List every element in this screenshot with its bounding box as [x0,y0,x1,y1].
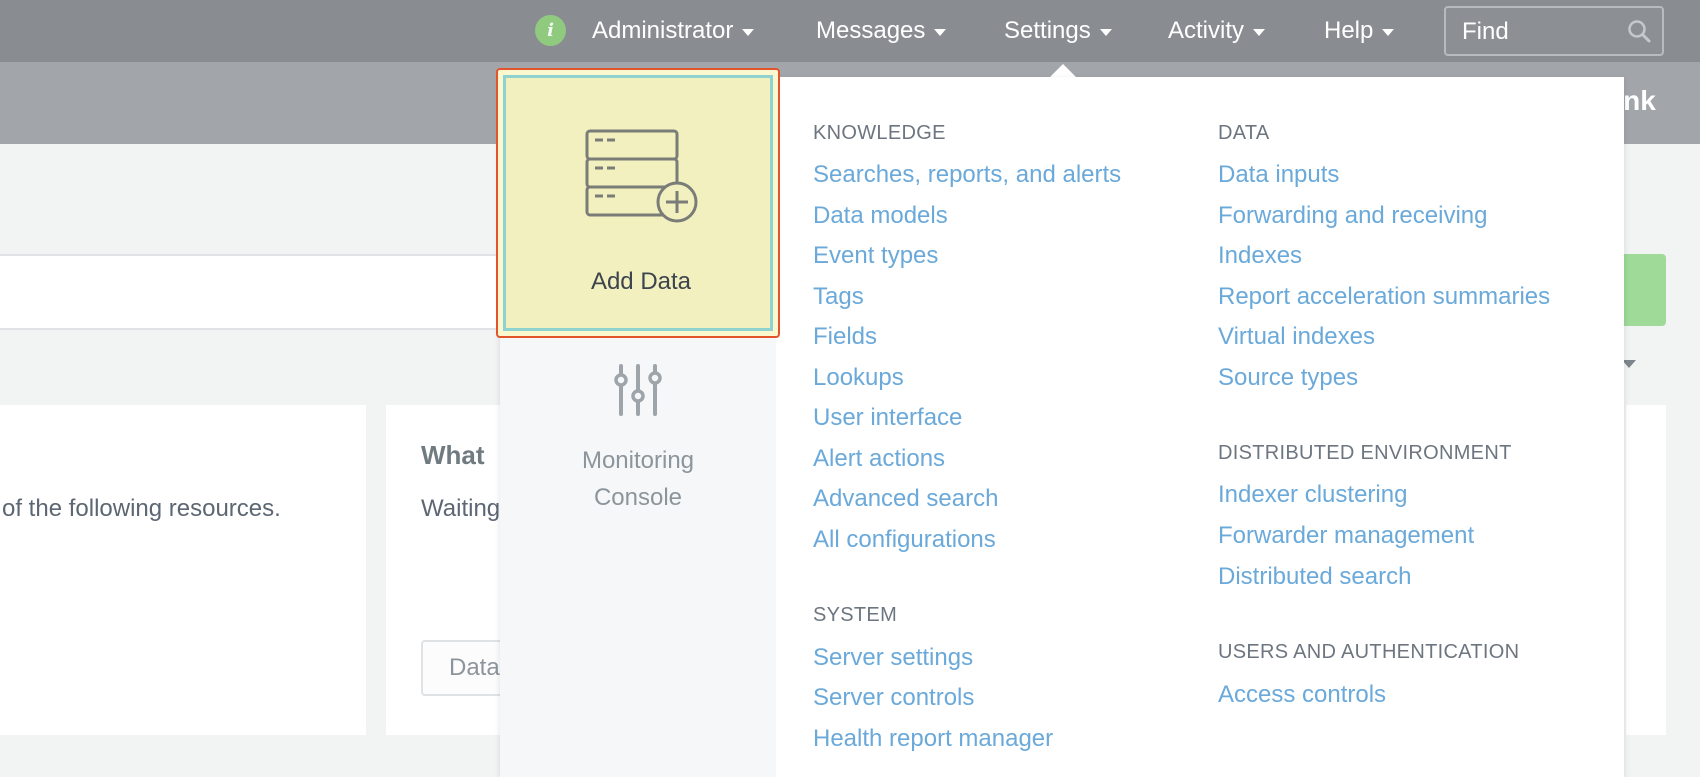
monitoring-label-line1: Monitoring [581,447,695,474]
users-authentication-heading: USERS AND AUTHENTICATION [1218,641,1520,663]
nav-administrator-label: Administrator [592,17,734,44]
link-access-controls[interactable]: Access controls [1218,681,1386,709]
link-searches-reports-alerts[interactable]: Searches, reports, and alerts [813,161,1121,189]
link-distributed-search[interactable]: Distributed search [1218,563,1411,591]
sliders-icon [614,364,662,416]
chevron-down-icon [1099,28,1112,36]
info-icon[interactable]: i [535,15,566,46]
dropdown-pointer [1050,64,1076,77]
link-indexer-clustering[interactable]: Indexer clustering [1218,481,1407,509]
link-fields[interactable]: Fields [813,323,877,351]
monitoring-console-label: Monitoring Console [500,442,776,516]
side-card [1626,405,1666,735]
link-tags[interactable]: Tags [813,283,864,311]
chevron-down-icon[interactable] [1622,360,1636,368]
monitoring-console-tile[interactable]: Monitoring Console [500,362,776,542]
nav-settings-menu[interactable]: Settings [1004,0,1112,62]
link-virtual-indexes[interactable]: Virtual indexes [1218,323,1375,351]
nav-settings-label: Settings [1004,17,1091,44]
link-user-interface[interactable]: User interface [813,404,962,432]
link-advanced-search[interactable]: Advanced search [813,485,998,513]
top-nav-bar: i Administrator Messages Settings Activi… [0,0,1700,62]
chevron-down-icon [1382,28,1395,36]
resources-text: of the following resources. [2,495,281,522]
add-data-tile[interactable]: Add Data [496,68,780,338]
link-health-report-manager[interactable]: Health report manager [813,725,1053,753]
nav-messages-label: Messages [816,17,926,44]
link-report-acceleration-summaries[interactable]: Report acceleration summaries [1218,283,1550,311]
add-data-icon [585,129,698,223]
link-all-configurations[interactable]: All configurations [813,526,996,554]
nav-activity-menu[interactable]: Activity [1168,0,1266,62]
add-data-label: Add Data [590,268,692,295]
nav-activity-label: Activity [1168,17,1245,44]
find-box [1444,6,1664,56]
settings-dropdown: Monitoring Console Add Data KNOWLEDGE Se… [496,68,1624,777]
search-icon[interactable] [1626,18,1652,44]
info-card-heading: What [421,440,485,470]
link-data-inputs[interactable]: Data inputs [1218,161,1339,189]
nav-administrator-menu[interactable]: Administrator [592,0,755,62]
link-alert-actions[interactable]: Alert actions [813,445,945,473]
chevron-down-icon [1253,28,1266,36]
data-heading: DATA [1218,122,1270,144]
knowledge-heading: KNOWLEDGE [813,122,946,144]
link-server-settings[interactable]: Server settings [813,644,973,672]
link-forwarding-receiving[interactable]: Forwarding and receiving [1218,202,1487,230]
monitoring-label-line2: Console [593,484,683,511]
link-lookups[interactable]: Lookups [813,364,904,392]
add-data-tile-inner: Add Data [503,75,773,331]
nav-help-menu[interactable]: Help [1324,0,1395,62]
info-card-text: Waiting [421,495,501,522]
resources-card: of the following resources. [0,405,366,735]
chevron-down-icon [742,28,755,36]
link-event-types[interactable]: Event types [813,242,938,270]
chevron-down-icon [934,28,947,36]
link-indexes[interactable]: Indexes [1218,242,1302,270]
link-server-controls[interactable]: Server controls [813,684,974,712]
link-data-models[interactable]: Data models [813,202,948,230]
system-heading: SYSTEM [813,604,898,626]
find-input[interactable] [1460,8,1624,56]
link-forwarder-management[interactable]: Forwarder management [1218,522,1474,550]
nav-help-label: Help [1324,17,1374,44]
distributed-environment-heading: DISTRIBUTED ENVIRONMENT [1218,442,1512,464]
nav-messages-menu[interactable]: Messages [816,0,947,62]
link-source-types[interactable]: Source types [1218,364,1358,392]
search-bar[interactable] [0,254,540,330]
